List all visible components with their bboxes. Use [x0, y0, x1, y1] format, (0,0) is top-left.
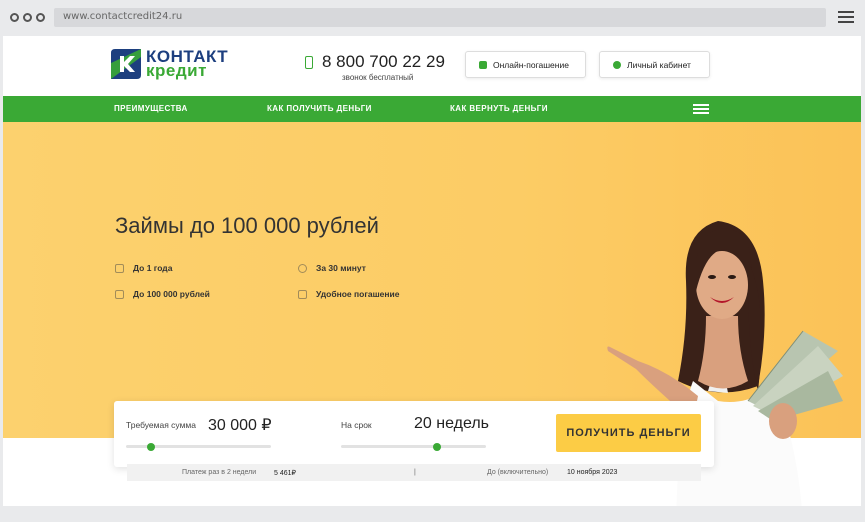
wallet-icon — [479, 60, 487, 69]
feature-repayment: Удобное погашение — [298, 289, 400, 299]
loan-summary: Платеж раз в 2 недели 5 461₽ | До (включ… — [127, 464, 701, 481]
account-button[interactable]: Личный кабинет — [599, 51, 710, 78]
get-money-button[interactable]: ПОЛУЧИТЬ ДЕНЬГИ — [556, 414, 701, 452]
due-label: До (включительно) — [487, 469, 549, 476]
clock-icon — [298, 263, 307, 273]
feature-term: До 1 года — [115, 263, 172, 273]
window-dot[interactable] — [36, 13, 45, 22]
summary-separator: | — [414, 469, 416, 476]
logo-k-icon — [111, 49, 141, 79]
term-value: 20 недель — [414, 415, 489, 432]
browser-menu-icon[interactable] — [838, 11, 854, 24]
user-icon — [613, 60, 621, 69]
loan-calculator: Требуемая сумма 30 000 ₽ На срок 20 неде… — [114, 401, 714, 467]
payment-label: Платеж раз в 2 недели — [182, 469, 257, 476]
window-dot[interactable] — [23, 13, 32, 22]
account-label: Личный кабинет — [627, 59, 691, 70]
hamburger-menu-icon[interactable] — [693, 104, 709, 114]
feature-amount: До 100 000 рублей — [115, 289, 210, 299]
term-slider[interactable] — [341, 442, 486, 451]
main-nav: ПРЕИМУЩЕСТВА КАК ПОЛУЧИТЬ ДЕНЬГИ КАК ВЕР… — [3, 96, 861, 122]
logo-line2: кредит — [146, 61, 207, 80]
address-bar[interactable]: www.contactcredit24.ru — [54, 8, 826, 27]
phone-number[interactable]: 8 800 700 22 29 — [322, 52, 445, 72]
window-controls — [10, 13, 45, 22]
feature-label: За 30 минут — [316, 263, 366, 273]
wallet-icon — [298, 289, 307, 299]
amount-value: 30 000 ₽ — [208, 417, 272, 434]
payment-value: 5 461₽ — [274, 470, 296, 477]
window-dot[interactable] — [10, 13, 19, 22]
browser-toolbar: www.contactcredit24.ru — [0, 0, 865, 36]
amount-label: Требуемая сумма — [126, 420, 196, 430]
hero-banner: Займы до 100 000 рублей До 1 года За 30 … — [3, 122, 861, 506]
browser-window: www.contactcredit24.ru КОНТАКТ кредит 8 … — [0, 0, 865, 522]
calendar-icon — [115, 263, 124, 273]
feature-label: До 100 000 рублей — [133, 289, 210, 299]
nav-item-how-to-get[interactable]: КАК ПОЛУЧИТЬ ДЕНЬГИ — [267, 104, 372, 113]
phone-icon — [305, 56, 313, 69]
web-page: КОНТАКТ кредит 8 800 700 22 29 звонок бе… — [3, 36, 861, 506]
due-value: 10 ноября 2023 — [567, 469, 618, 476]
feature-speed: За 30 минут — [298, 263, 366, 273]
term-label: На срок — [341, 420, 372, 430]
term-slider-handle[interactable] — [432, 442, 441, 451]
logo[interactable]: КОНТАКТ кредит — [111, 48, 228, 80]
money-icon — [115, 289, 124, 299]
phone-note: звонок бесплатный — [342, 73, 414, 82]
amount-slider[interactable] — [126, 442, 271, 451]
online-payment-label: Онлайн-погашение — [493, 59, 569, 70]
nav-item-advantages[interactable]: ПРЕИМУЩЕСТВА — [114, 104, 188, 113]
hero-title: Займы до 100 000 рублей — [115, 213, 379, 238]
feature-label: До 1 года — [133, 263, 173, 273]
amount-slider-handle[interactable] — [146, 442, 155, 451]
nav-item-how-to-return[interactable]: КАК ВЕРНУТЬ ДЕНЬГИ — [450, 104, 548, 113]
feature-label: Удобное погашение — [316, 289, 400, 299]
online-payment-button[interactable]: Онлайн-погашение — [465, 51, 586, 78]
